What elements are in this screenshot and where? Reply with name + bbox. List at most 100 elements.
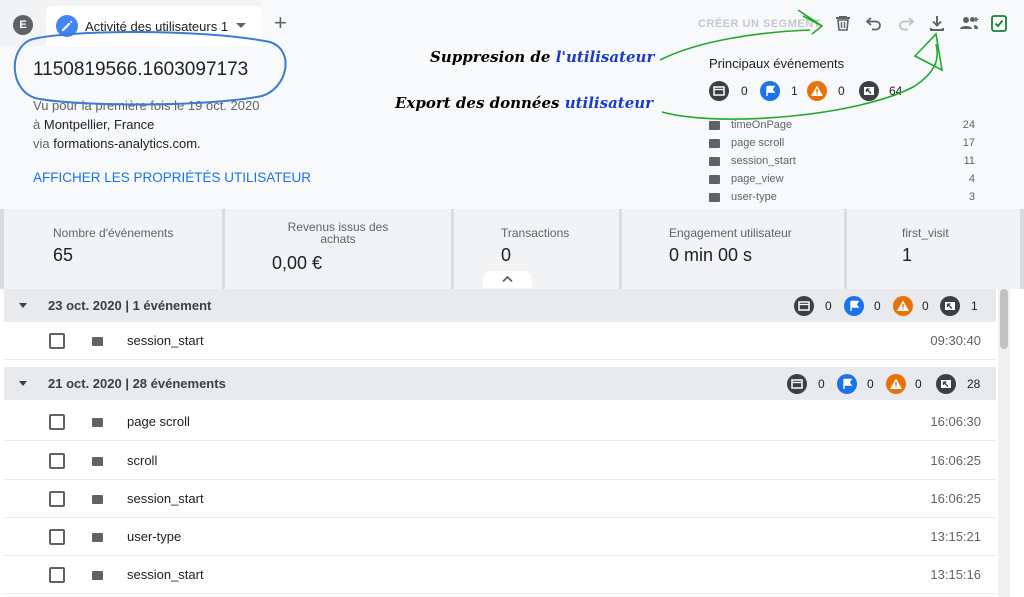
cursor-icon bbox=[859, 81, 879, 101]
list-item[interactable]: session_start 09:30:40 bbox=[4, 322, 996, 360]
event-icon bbox=[92, 457, 103, 466]
event-icon bbox=[709, 193, 720, 202]
chevron-down-icon[interactable] bbox=[236, 23, 246, 28]
summary-card-events: Nombre d'événements 65 bbox=[4, 209, 222, 289]
source-domain: formations-analytics.com. bbox=[53, 136, 201, 151]
day-count: 0 bbox=[922, 299, 929, 313]
summary-label: Engagement utilisateur bbox=[669, 226, 792, 240]
summary-card-engagement: Engagement utilisateur 0 min 00 s bbox=[622, 209, 844, 289]
expand-arrow-icon[interactable] bbox=[19, 303, 27, 308]
summary-label: first_visit bbox=[902, 226, 949, 240]
event-count: 64 bbox=[889, 84, 903, 98]
annotation-highlight: l'utilisateur bbox=[555, 48, 655, 66]
collapse-summary-button[interactable] bbox=[483, 271, 532, 288]
day-label: 23 oct. 2020 | 1 événement bbox=[48, 298, 212, 313]
edit-icon[interactable] bbox=[56, 15, 78, 37]
annotation-text: Export des données bbox=[395, 94, 560, 112]
summary-label: Nombre d'événements bbox=[53, 226, 174, 240]
cursor-icon bbox=[940, 296, 960, 316]
summary-label: Revenus issus des achats bbox=[287, 220, 389, 246]
event-name: session_start bbox=[127, 333, 204, 348]
top-event-name: timeOnPage bbox=[731, 119, 793, 131]
first-seen-info: Vu pour la première fois le 19 oct. 2020… bbox=[33, 96, 259, 153]
summary-card-transactions: Transactions 0 bbox=[454, 209, 619, 289]
list-item[interactable]: page scroll 16:06:30 bbox=[4, 403, 996, 441]
event-checkbox[interactable] bbox=[49, 333, 65, 349]
undo-icon[interactable] bbox=[863, 12, 885, 34]
event-checkbox[interactable] bbox=[49, 529, 65, 545]
top-event-count: 4 bbox=[968, 173, 975, 185]
segment-badge[interactable]: E bbox=[13, 15, 33, 35]
list-item[interactable]: session_start 13:15:16 bbox=[4, 556, 996, 594]
top-event-row[interactable]: page scroll 17 bbox=[709, 136, 979, 154]
tab-bar: E Activité des utilisateurs 1 + CRÉER UN… bbox=[0, 0, 1024, 46]
flag-icon bbox=[760, 81, 780, 101]
top-event-name: page_view bbox=[731, 173, 784, 185]
top-event-row[interactable]: session_start 11 bbox=[709, 154, 979, 172]
check-icon[interactable] bbox=[988, 12, 1010, 34]
day-header[interactable]: 21 oct. 2020 | 28 événements 0 0 0 28 bbox=[4, 367, 996, 400]
top-event-count: 11 bbox=[963, 155, 975, 167]
error-count: 0 bbox=[838, 84, 845, 98]
summary-value: 65 bbox=[53, 245, 74, 265]
annotation-text: Suppresion de bbox=[430, 48, 551, 66]
event-icon bbox=[92, 571, 103, 580]
via-prefix: via bbox=[33, 136, 50, 151]
trash-icon[interactable] bbox=[832, 12, 854, 34]
create-segment-button[interactable]: CRÉER UN SEGMENT bbox=[698, 18, 821, 30]
event-icon bbox=[709, 175, 720, 184]
warning-icon bbox=[893, 296, 913, 316]
day-label: 21 oct. 2020 | 28 événements bbox=[48, 376, 226, 391]
event-icon bbox=[92, 337, 103, 346]
top-event-row[interactable]: timeOnPage 24 bbox=[709, 118, 979, 136]
top-event-row[interactable]: page_view 4 bbox=[709, 172, 979, 190]
scrollbar[interactable] bbox=[998, 289, 1010, 597]
summary-value: 1 bbox=[902, 245, 913, 265]
event-checkbox[interactable] bbox=[49, 414, 65, 430]
summary-card-revenue: Revenus issus des achats 0,00 € bbox=[225, 209, 451, 289]
top-events-list: timeOnPage 24 page scroll 17 session_start… bbox=[709, 118, 979, 208]
event-checkbox[interactable] bbox=[49, 453, 65, 469]
top-events-title: Principaux événements bbox=[709, 56, 845, 71]
day-header[interactable]: 23 oct. 2020 | 1 événement 0 0 0 1 bbox=[4, 289, 996, 322]
event-time: 16:06:25 bbox=[930, 491, 981, 506]
event-name: session_start bbox=[127, 567, 204, 582]
download-icon[interactable] bbox=[926, 12, 948, 34]
chevron-up-icon bbox=[502, 275, 513, 283]
list-item[interactable]: session_start 16:06:25 bbox=[4, 480, 996, 518]
add-tab-button[interactable]: + bbox=[274, 12, 287, 34]
event-checkbox[interactable] bbox=[49, 567, 65, 583]
tab-label: Activité des utilisateurs 1 bbox=[85, 19, 229, 34]
share-users-icon[interactable] bbox=[957, 12, 981, 34]
summary-label: Transactions bbox=[501, 226, 570, 240]
scrollbar-thumb[interactable] bbox=[1000, 289, 1008, 349]
warning-icon bbox=[886, 374, 906, 394]
conversion-count: 1 bbox=[791, 84, 798, 98]
warning-icon bbox=[807, 81, 827, 101]
summary-value: 0,00 € bbox=[272, 253, 323, 273]
event-name: user-type bbox=[127, 529, 182, 544]
event-icon bbox=[92, 495, 103, 504]
day-count: 0 bbox=[874, 299, 881, 313]
event-time: 13:15:21 bbox=[930, 529, 981, 544]
top-event-row[interactable]: user-type 3 bbox=[709, 190, 979, 208]
day-count: 0 bbox=[825, 299, 832, 313]
first-seen-prefix: Vu pour la première fois le bbox=[33, 98, 185, 113]
cursor-icon bbox=[936, 374, 956, 394]
day-count: 1 bbox=[971, 299, 978, 313]
flag-icon bbox=[844, 296, 864, 316]
tab-user-activity[interactable]: Activité des utilisateurs 1 bbox=[46, 6, 262, 46]
user-properties-link[interactable]: AFFICHER LES PROPRIÉTÉS UTILISATEUR bbox=[33, 170, 311, 185]
day-count: 28 bbox=[967, 377, 981, 391]
event-icon bbox=[709, 157, 720, 166]
top-event-count: 3 bbox=[968, 191, 975, 203]
list-item[interactable]: scroll 16:06:25 bbox=[4, 442, 996, 480]
redo-icon[interactable] bbox=[895, 12, 917, 34]
event-timeline: 23 oct. 2020 | 1 événement 0 0 0 1 sessi… bbox=[0, 289, 1024, 597]
event-time: 16:06:30 bbox=[930, 414, 981, 429]
event-checkbox[interactable] bbox=[49, 491, 65, 507]
expand-arrow-icon[interactable] bbox=[19, 381, 27, 386]
top-event-name: session_start bbox=[731, 155, 796, 167]
screen-count: 0 bbox=[741, 84, 748, 98]
list-item[interactable]: user-type 13:15:21 bbox=[4, 518, 996, 556]
